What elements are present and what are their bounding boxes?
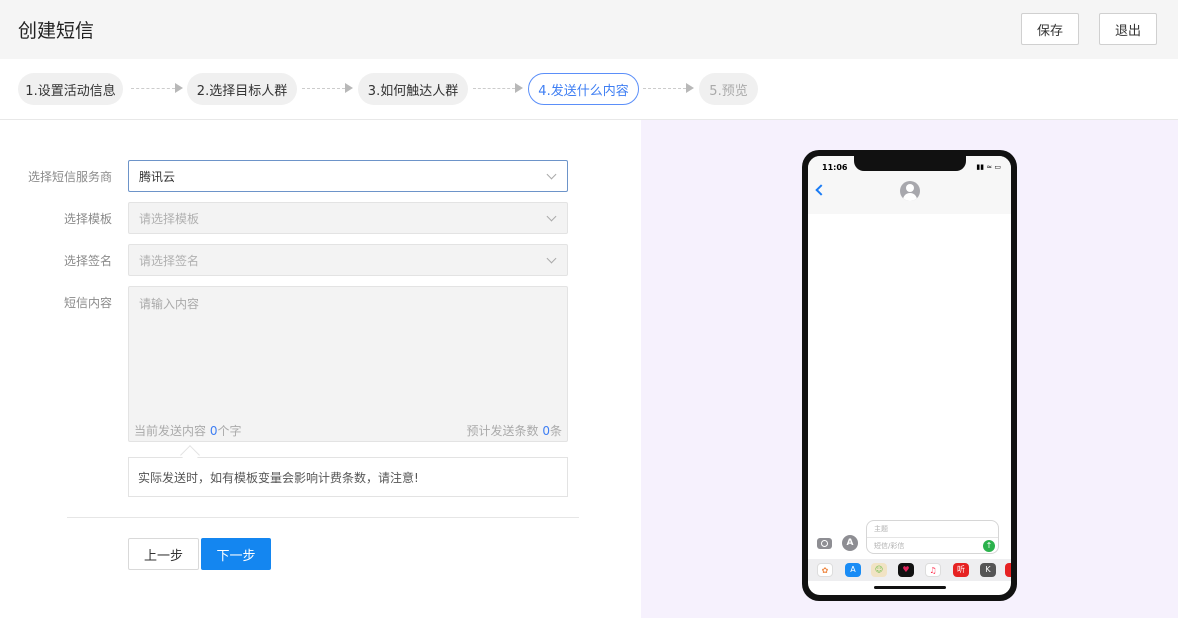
subject-placeholder: 主题 [874,525,888,533]
compose-bar: A 主题 短信/彩信 ↑ [808,516,1011,556]
step-bar: 1.设置活动信息 2.选择目标人群 3.如何触达人群 4.发送什么内容 5.预览 [0,59,1178,120]
preview-panel: 11:06 ▮▮ ≈ ▭ A 主题 短信/彩信 ↑ ✿ A ☺ ♥ ♫ 听 K [641,120,1178,618]
k-app-icon: K [980,563,996,577]
message-input: 主题 短信/彩信 ↑ [866,520,999,554]
content-textarea[interactable]: 请输入内容 当前发送内容 0个字 预计发送条数 0条 [128,286,568,442]
step-3[interactable]: 3.如何触达人群 [358,73,468,105]
signal-wifi-battery-icon: ▮▮ ≈ ▭ [976,163,1001,171]
home-indicator [874,586,946,589]
phone-mockup: 11:06 ▮▮ ≈ ▭ A 主题 短信/彩信 ↑ ✿ A ☺ ♥ ♫ 听 K [802,150,1017,601]
message-header: 11:06 ▮▮ ≈ ▭ [808,156,1011,214]
back-chevron-icon [815,184,827,196]
next-step-button[interactable]: 下一步 [201,538,271,570]
arrow-right-icon [345,83,353,93]
step-2[interactable]: 2.选择目标人群 [187,73,297,105]
phone-screen: 11:06 ▮▮ ≈ ▭ A 主题 短信/彩信 ↑ ✿ A ☺ ♥ ♫ 听 K [808,156,1011,595]
step-connector [643,88,686,89]
save-button[interactable]: 保存 [1021,13,1079,45]
template-label: 选择模板 [63,212,112,226]
status-time: 11:06 [822,163,848,172]
char-count: 当前发送内容 0个字 [134,424,242,438]
provider-value: 腾讯云 [139,169,176,184]
exit-button[interactable]: 退出 [1099,13,1157,45]
contact-avatar-icon [900,181,920,201]
content-label: 短信内容 [63,296,112,310]
prev-step-button[interactable]: 上一步 [128,538,199,570]
chevron-down-icon [546,169,557,180]
arrow-right-icon [175,83,183,93]
arrow-right-icon [515,83,523,93]
provider-select[interactable]: 腾讯云 [128,160,568,192]
photos-app-icon: ✿ [817,563,833,577]
form-divider [67,517,579,518]
music-app-icon: ♫ [925,563,941,577]
billing-notice: 实际发送时，如有模板变量会影响计费条数，请注意! [128,457,568,497]
chevron-down-icon [546,211,557,222]
content-placeholder: 请输入内容 [139,297,200,311]
signature-select[interactable]: 请选择签名 [128,244,568,276]
listen-app-icon: 听 [953,563,969,577]
arrow-right-icon [686,83,694,93]
app-store-icon: A [842,535,858,551]
app-store-app-icon: A [845,563,861,577]
provider-label: 选择短信服务商 [27,170,112,184]
signature-label: 选择签名 [63,254,112,268]
signature-placeholder: 请选择签名 [139,253,200,268]
step-connector [473,88,515,89]
chevron-down-icon [546,253,557,264]
step-connector [302,88,345,89]
memoji-app-icon: ☺ [871,563,887,577]
send-arrow-icon: ↑ [983,540,995,552]
template-select[interactable]: 请选择模板 [128,202,568,234]
phone-notch [854,156,966,171]
camera-icon [817,538,832,549]
template-placeholder: 请选择模板 [139,211,200,226]
estimated-count: 预计发送条数 0条 [466,424,562,438]
page-header: 创建短信 保存 退出 [0,0,1178,59]
message-placeholder: 短信/彩信 [874,542,905,550]
heart-app-icon: ♥ [898,563,914,577]
step-1[interactable]: 1.设置活动信息 [18,73,123,105]
more-app-icon [1005,563,1011,577]
step-4[interactable]: 4.发送什么内容 [528,73,639,105]
step-5[interactable]: 5.预览 [699,73,758,105]
step-connector [131,88,175,89]
app-drawer: ✿ A ☺ ♥ ♫ 听 K [808,559,1011,581]
page-title: 创建短信 [18,20,95,42]
